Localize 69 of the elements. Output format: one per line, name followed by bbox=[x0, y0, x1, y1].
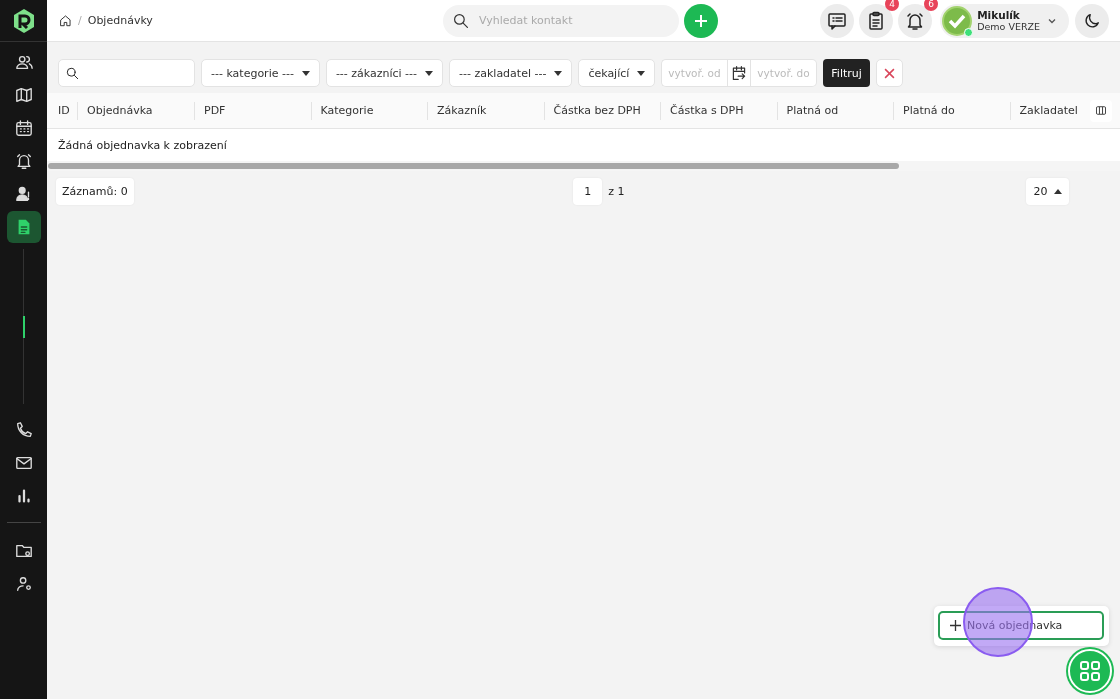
moon-icon bbox=[1083, 11, 1101, 30]
search-input[interactable]: Vyhledat kontakt bbox=[477, 13, 657, 28]
columns-icon bbox=[1096, 105, 1106, 116]
columns-button[interactable] bbox=[1090, 99, 1112, 122]
close-icon bbox=[883, 67, 895, 79]
page-number-field[interactable]: 1 bbox=[573, 178, 603, 205]
column-header[interactable]: Objednávka bbox=[78, 101, 195, 120]
plus-icon bbox=[950, 620, 961, 631]
column-header[interactable]: Platná od bbox=[777, 101, 894, 120]
page-size-dropdown[interactable]: 20 bbox=[1026, 178, 1069, 205]
column-header[interactable]: Kategorie bbox=[311, 101, 428, 120]
user-subtitle: Demo VERZE bbox=[977, 20, 1040, 33]
user-menu[interactable]: Mikulík Demo VERZE bbox=[940, 3, 1069, 38]
scrollbar-thumb bbox=[22, 315, 25, 338]
caret-down-icon bbox=[425, 70, 434, 76]
empty-message: Žádná objednavka k zobrazení bbox=[58, 138, 227, 152]
chat-icon bbox=[827, 10, 848, 31]
people-icon bbox=[14, 53, 33, 71]
notification-badge: 6 bbox=[924, 0, 939, 11]
filter-dropdown[interactable]: --- zákazníci --- bbox=[325, 59, 444, 87]
caret-down-icon bbox=[637, 70, 646, 76]
search-icon bbox=[66, 66, 79, 80]
date-from-input[interactable]: vytvoř. od bbox=[662, 61, 728, 85]
grid-icon bbox=[1079, 660, 1101, 682]
phone-icon bbox=[14, 421, 33, 439]
home-icon[interactable] bbox=[59, 14, 72, 27]
filter-button[interactable]: Filtruj bbox=[823, 59, 870, 87]
date-to-input[interactable]: vytvoř. do bbox=[751, 61, 817, 85]
toolbar-button[interactable] bbox=[820, 3, 855, 38]
breadcrumb-separator: / bbox=[78, 14, 82, 27]
caret-up-icon bbox=[1053, 189, 1062, 194]
folder-gear-icon bbox=[14, 542, 33, 560]
calendar-icon bbox=[14, 119, 33, 137]
caret-down-icon bbox=[301, 70, 310, 76]
filter-dropdown[interactable]: --- kategorie --- bbox=[201, 59, 320, 87]
clear-filters-button[interactable] bbox=[875, 59, 903, 87]
user-name: Mikulík bbox=[977, 8, 1020, 21]
column-header[interactable]: PDF bbox=[195, 101, 312, 120]
notification-badge: 4 bbox=[885, 0, 900, 11]
column-header[interactable]: Zakladatel bbox=[1010, 101, 1085, 120]
search-icon bbox=[453, 12, 469, 29]
page-total: z 1 bbox=[608, 185, 625, 198]
user-gear-icon bbox=[14, 575, 33, 593]
mail-icon bbox=[14, 454, 33, 472]
filter-search-field[interactable] bbox=[58, 59, 195, 87]
date-picker-button[interactable] bbox=[727, 59, 752, 87]
bell-icon bbox=[14, 152, 33, 170]
logo-icon bbox=[11, 7, 36, 34]
plus-icon bbox=[694, 13, 708, 28]
filter-dropdown[interactable]: čekající bbox=[578, 59, 656, 87]
sidebar-item[interactable] bbox=[6, 211, 41, 243]
filter-dropdown[interactable]: --- zakladatel --- bbox=[449, 59, 573, 87]
theme-toggle-button[interactable] bbox=[1075, 3, 1109, 38]
apps-button[interactable] bbox=[1068, 649, 1112, 693]
map-icon bbox=[14, 86, 33, 104]
breadcrumb-current: Objednávky bbox=[87, 14, 153, 27]
caret-down-icon bbox=[554, 70, 563, 76]
search-field[interactable]: Vyhledat kontakt bbox=[443, 4, 679, 37]
record-count: Záznamů: 0 bbox=[56, 178, 134, 205]
column-header[interactable]: ID bbox=[47, 101, 78, 120]
column-header[interactable]: Částka s DPH bbox=[661, 101, 778, 120]
add-button[interactable] bbox=[684, 3, 718, 38]
bell-icon bbox=[905, 10, 926, 31]
column-header[interactable]: Částka bez DPH bbox=[544, 101, 661, 120]
avatar-check-icon bbox=[942, 5, 973, 36]
calendar-arrow-icon bbox=[731, 65, 748, 81]
column-header[interactable]: Zákazník bbox=[428, 101, 545, 120]
column-header[interactable]: Platná do bbox=[894, 101, 1011, 120]
new-order-button[interactable]: Nová objednavka bbox=[938, 611, 1104, 640]
